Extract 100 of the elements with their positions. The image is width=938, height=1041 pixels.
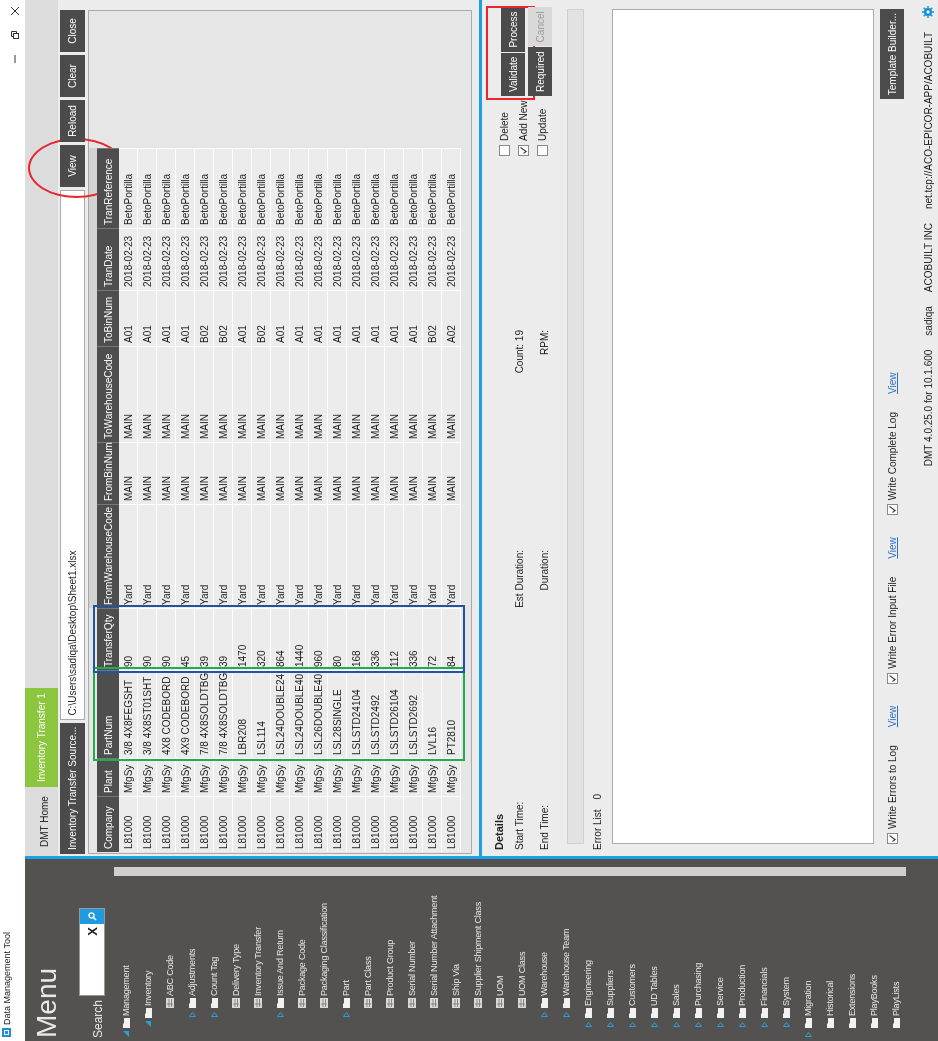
tree-item[interactable]: Serial Number bbox=[401, 941, 423, 1041]
table-cell: 2018-02-23 bbox=[290, 228, 309, 290]
tree-item[interactable]: UOM Class bbox=[511, 951, 533, 1041]
checkbox[interactable] bbox=[886, 504, 898, 516]
template-builder-button[interactable]: Template Builder... bbox=[880, 9, 904, 100]
tree-item[interactable]: Customers bbox=[621, 964, 643, 1041]
tree-item[interactable]: Sales bbox=[665, 984, 687, 1041]
tree-item[interactable]: Service bbox=[709, 977, 731, 1041]
collapsed-arrow-icon[interactable] bbox=[738, 1022, 746, 1027]
table-cell: Yard bbox=[252, 504, 271, 608]
view-link[interactable]: View bbox=[886, 537, 898, 559]
error-list-label: Error List bbox=[592, 809, 604, 850]
tree-item[interactable]: Inventory Transfer bbox=[247, 927, 269, 1041]
tree-item[interactable]: UD Tables bbox=[643, 966, 665, 1041]
collapsed-arrow-icon[interactable] bbox=[540, 1012, 548, 1017]
tree-item[interactable]: Historical bbox=[819, 981, 841, 1041]
checkbox[interactable] bbox=[886, 672, 898, 684]
action-button[interactable]: Validate bbox=[501, 52, 525, 96]
tree-item[interactable]: Engineering bbox=[577, 960, 599, 1041]
collapsed-arrow-icon[interactable] bbox=[760, 1022, 768, 1027]
collapsed-arrow-icon[interactable] bbox=[188, 1012, 196, 1017]
checkbox[interactable] bbox=[499, 145, 510, 156]
collapsed-arrow-icon[interactable] bbox=[276, 1012, 284, 1017]
column-header[interactable]: ToBinNum bbox=[97, 290, 119, 346]
collapsed-arrow-icon[interactable] bbox=[650, 1022, 658, 1027]
column-header[interactable]: Plant bbox=[97, 758, 119, 796]
search-reset-button[interactable]: X bbox=[80, 923, 104, 939]
action-button[interactable]: Process bbox=[501, 7, 525, 52]
close-icon[interactable] bbox=[10, 6, 20, 16]
tree-item[interactable]: Production bbox=[731, 964, 753, 1041]
restore-icon[interactable] bbox=[10, 30, 20, 40]
tree-item[interactable]: Part Class bbox=[357, 956, 379, 1041]
tree-item[interactable]: Part bbox=[335, 980, 357, 1041]
view-link[interactable]: View bbox=[886, 705, 898, 728]
toolbar-button[interactable]: Reload bbox=[60, 100, 85, 142]
collapsed-arrow-icon[interactable] bbox=[584, 1022, 592, 1027]
collapsed-arrow-icon[interactable] bbox=[210, 1012, 218, 1017]
tree-item[interactable]: PlayBooks bbox=[863, 975, 885, 1041]
tree-item[interactable]: Delivery Type bbox=[225, 944, 247, 1041]
tree-item[interactable]: Supplier Shipment Class bbox=[467, 902, 489, 1041]
table-cell: MAIN bbox=[309, 346, 328, 442]
checkbox[interactable] bbox=[537, 145, 548, 156]
collapsed-arrow-icon[interactable] bbox=[342, 1012, 350, 1017]
tree-item[interactable]: Issue And Return bbox=[269, 930, 291, 1041]
column-header[interactable]: TranReference bbox=[97, 148, 119, 228]
view-link[interactable]: View bbox=[886, 372, 898, 394]
checkbox[interactable] bbox=[518, 145, 529, 156]
tree-item[interactable]: Extensions bbox=[841, 973, 863, 1041]
search-button[interactable] bbox=[80, 908, 104, 924]
collapsed-arrow-icon[interactable] bbox=[672, 1022, 680, 1027]
file-path-field[interactable]: C:\Users\sadiqa\Desktop\Sheet1.xlsx bbox=[60, 190, 85, 720]
tab[interactable]: DMT Home bbox=[30, 791, 58, 852]
tree-item[interactable]: Financials bbox=[753, 967, 775, 1041]
source-button[interactable]: Inventory Transfer Source... bbox=[60, 722, 85, 854]
collapsed-arrow-icon[interactable] bbox=[694, 1022, 702, 1027]
toolbar-button[interactable]: View bbox=[60, 145, 85, 187]
tree-item[interactable]: Migration bbox=[797, 980, 819, 1041]
tree-item[interactable]: Adjustments bbox=[181, 948, 203, 1041]
tree-item[interactable]: System bbox=[775, 977, 797, 1041]
collapsed-arrow-icon[interactable] bbox=[562, 1012, 570, 1017]
tree-item[interactable]: Product Group bbox=[379, 940, 401, 1041]
tree-item[interactable]: Ship Via bbox=[445, 964, 467, 1041]
column-header[interactable]: PartNum bbox=[97, 670, 119, 758]
tree-item[interactable]: Serial Number Attachment bbox=[423, 895, 445, 1041]
search-field[interactable]: X bbox=[79, 907, 105, 996]
folder-icon bbox=[892, 1018, 900, 1028]
tree-item[interactable]: Warehouse bbox=[533, 952, 555, 1041]
checkbox[interactable] bbox=[886, 833, 898, 844]
collapsed-arrow-icon[interactable] bbox=[804, 1032, 812, 1037]
tree-item[interactable]: Management bbox=[115, 965, 137, 1041]
scrollbar[interactable] bbox=[89, 148, 97, 608]
tree-item[interactable]: Warehouse Team bbox=[555, 928, 577, 1041]
column-header[interactable]: ToWarehouseCode bbox=[97, 346, 119, 442]
tree-item[interactable]: Count Tag bbox=[203, 956, 225, 1041]
tree-item[interactable]: Inventory bbox=[137, 970, 159, 1041]
collapsed-arrow-icon[interactable] bbox=[716, 1022, 724, 1027]
toolbar-button[interactable]: Close bbox=[60, 10, 85, 52]
column-header[interactable]: FromBinNum bbox=[97, 442, 119, 504]
tree-item[interactable]: ABC Code bbox=[159, 955, 181, 1041]
collapsed-arrow-icon[interactable] bbox=[782, 1022, 790, 1027]
column-header[interactable]: Company bbox=[97, 796, 119, 852]
action-button[interactable]: Required bbox=[528, 47, 552, 96]
toolbar-button[interactable]: Clear bbox=[60, 55, 85, 97]
collapsed-arrow-icon[interactable] bbox=[606, 1022, 614, 1027]
collapsed-arrow-icon[interactable] bbox=[628, 1022, 636, 1027]
tree-item[interactable]: Purchasing bbox=[687, 962, 709, 1041]
column-header[interactable]: FromWarehouseCode bbox=[97, 504, 119, 608]
tree-item[interactable]: UOM bbox=[489, 975, 511, 1041]
column-header[interactable]: TransferQty bbox=[97, 608, 119, 670]
gear-icon[interactable] bbox=[922, 6, 934, 18]
expanded-arrow-icon[interactable] bbox=[123, 1031, 129, 1037]
folder-icon bbox=[144, 1008, 152, 1018]
column-header[interactable]: TranDate bbox=[97, 228, 119, 290]
expanded-arrow-icon[interactable] bbox=[145, 1021, 151, 1027]
tree-item[interactable]: Packaging Classification bbox=[313, 903, 335, 1041]
tree-item[interactable]: PlayLists bbox=[885, 981, 907, 1041]
scrollbar[interactable] bbox=[114, 867, 906, 876]
tree-item[interactable]: Suppliers bbox=[599, 970, 621, 1041]
tree-item[interactable]: Package Code bbox=[291, 939, 313, 1041]
table-cell: BetoPortilla bbox=[157, 148, 176, 228]
